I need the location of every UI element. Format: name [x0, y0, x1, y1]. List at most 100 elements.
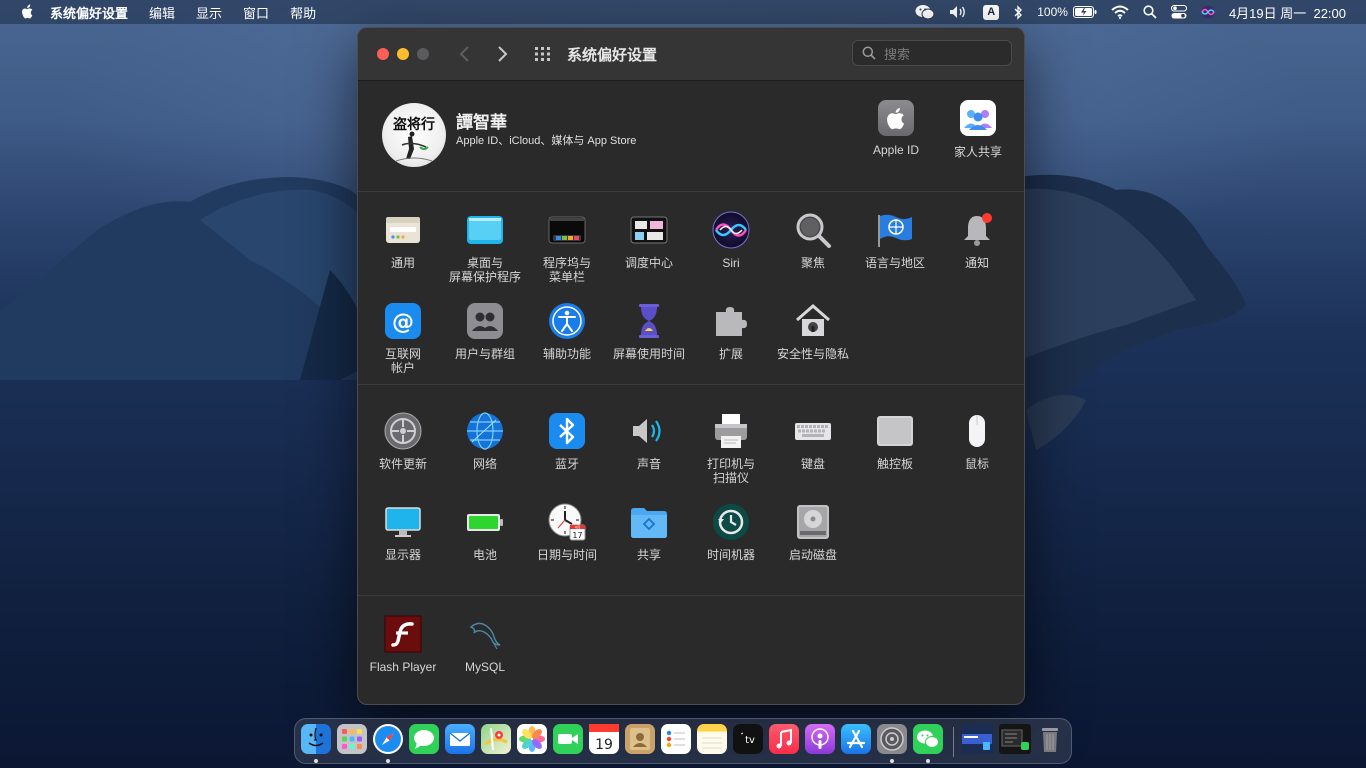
- forward-chevron-icon[interactable]: [495, 45, 509, 63]
- wifi-icon[interactable]: [1111, 5, 1129, 19]
- trash-icon[interactable]: [1035, 724, 1065, 754]
- tv-icon[interactable]: tv: [733, 724, 763, 754]
- sharing-label: 共享: [636, 548, 661, 562]
- bluetooth-icon: [548, 412, 586, 450]
- desktop-screensaver-icon: [466, 211, 504, 249]
- svg-text:@: @: [392, 310, 414, 335]
- mail-icon[interactable]: [445, 724, 475, 754]
- photos-icon[interactable]: [517, 724, 547, 754]
- control-center-icon[interactable]: [1170, 5, 1187, 19]
- pref-mouse[interactable]: 鼠标: [936, 412, 1018, 471]
- calendar-icon[interactable]: 19: [589, 724, 619, 754]
- app-store-icon[interactable]: [841, 724, 871, 754]
- close-button[interactable]: [377, 48, 389, 60]
- pref-notifications[interactable]: 通知: [936, 211, 1018, 270]
- downloads-icon[interactable]: [999, 724, 1031, 754]
- recent-window-icon[interactable]: [961, 724, 993, 754]
- bluetooth-status-icon[interactable]: [1013, 4, 1023, 20]
- avatar-artwork-icon: 盗将行: [393, 116, 435, 162]
- notifications-icon: [958, 211, 996, 249]
- calendar-icon-day: 19: [595, 737, 613, 753]
- search-field[interactable]: [852, 40, 1012, 66]
- menu-app-name[interactable]: 系统偏好设置: [50, 3, 128, 22]
- system-preferences-window: 系统偏好设置 盗将行 譚智華 Apple ID、iCloud、媒体与 App S…: [357, 27, 1025, 705]
- wallpaper-island-right: [1006, 174, 1246, 450]
- launchpad-icon[interactable]: [337, 724, 367, 754]
- pref-users-groups[interactable]: 用户与群组: [444, 302, 526, 361]
- pref-mysql[interactable]: MySQL: [444, 615, 526, 674]
- pref-printers-scanners[interactable]: 打印机与 扫描仪: [690, 412, 772, 485]
- family-sharing-label: 家人共享: [953, 145, 1002, 159]
- reminders-icon[interactable]: [661, 724, 691, 754]
- pref-network[interactable]: 网络: [444, 412, 526, 471]
- siri-label: Siri: [722, 256, 740, 270]
- pref-dock-menubar[interactable]: 程序坞与 菜单栏: [526, 211, 608, 284]
- zoom-button[interactable]: [417, 48, 429, 60]
- user-subtitle: Apple ID、iCloud、媒体与 App Store: [456, 135, 637, 147]
- avatar[interactable]: 盗将行: [382, 103, 446, 167]
- pref-mission-control[interactable]: 调度中心: [608, 211, 690, 270]
- pref-keyboard[interactable]: 键盘: [772, 412, 854, 471]
- pref-language-region[interactable]: 语言与地区: [854, 211, 936, 270]
- contacts-icon[interactable]: [625, 724, 655, 754]
- system-preferences-icon[interactable]: [877, 724, 907, 754]
- wechat-status-icon[interactable]: [915, 4, 935, 20]
- keyboard-icon: [794, 412, 832, 450]
- pref-security-privacy[interactable]: 安全性与隐私: [772, 302, 854, 361]
- pref-desktop-screensaver[interactable]: 桌面与 屏幕保护程序: [444, 211, 526, 284]
- menu-view[interactable]: 显示: [196, 3, 222, 22]
- facetime-icon[interactable]: [553, 724, 583, 754]
- battery-percent: 100%: [1037, 5, 1068, 19]
- podcasts-icon[interactable]: [805, 724, 835, 754]
- menu-window[interactable]: 窗口: [243, 3, 269, 22]
- search-input[interactable]: [882, 44, 1006, 64]
- notes-icon[interactable]: [697, 724, 727, 754]
- pref-siri[interactable]: Siri: [690, 211, 772, 270]
- pref-flash-player[interactable]: Flash Player: [362, 615, 444, 674]
- menu-edit[interactable]: 编辑: [149, 3, 175, 22]
- siri-status-icon[interactable]: [1201, 5, 1215, 19]
- battery-status[interactable]: 100%: [1037, 5, 1097, 19]
- pref-time-machine[interactable]: 时间机器: [690, 503, 772, 562]
- pref-sound[interactable]: 声音: [608, 412, 690, 471]
- apple-menu-icon[interactable]: [20, 4, 36, 20]
- pref-family-sharing[interactable]: 家人共享: [938, 100, 1018, 160]
- pref-bluetooth[interactable]: 蓝牙: [526, 412, 608, 471]
- wechat-icon[interactable]: [913, 724, 943, 754]
- safari-icon[interactable]: [373, 724, 403, 754]
- pref-screen-time[interactable]: 屏幕使用时间: [608, 302, 690, 361]
- pref-internet-accounts[interactable]: @ 互联网 帐户: [362, 302, 444, 375]
- back-chevron-icon[interactable]: [458, 45, 472, 63]
- pref-software-update[interactable]: 软件更新: [362, 412, 444, 471]
- mysql-icon: [466, 615, 504, 653]
- pref-startup-disk[interactable]: 启动磁盘: [772, 503, 854, 562]
- clock[interactable]: 4月19日 周一 22:00: [1229, 3, 1346, 22]
- maps-icon[interactable]: [481, 724, 511, 754]
- menu-help[interactable]: 帮助: [290, 3, 316, 22]
- internet-accounts-label: 互联网 帐户: [384, 347, 421, 375]
- pref-battery[interactable]: 电池: [444, 503, 526, 562]
- minimize-button[interactable]: [397, 48, 409, 60]
- finder-icon[interactable]: [301, 724, 331, 754]
- input-method-icon[interactable]: A: [983, 4, 1000, 20]
- pref-displays[interactable]: 显示器: [362, 503, 444, 562]
- pref-extensions[interactable]: 扩展: [690, 302, 772, 361]
- pref-sharing[interactable]: 共享: [608, 503, 690, 562]
- pref-trackpad[interactable]: 触控板: [854, 412, 936, 471]
- date-time-label: 日期与时间: [536, 548, 597, 562]
- pref-accessibility[interactable]: 辅助功能: [526, 302, 608, 361]
- pref-apple-id[interactable]: Apple ID: [856, 100, 936, 157]
- user-name[interactable]: 譚智華: [456, 108, 507, 133]
- spotlight-status-icon[interactable]: [1143, 5, 1157, 19]
- show-all-grid-icon[interactable]: [534, 46, 552, 62]
- music-icon[interactable]: [769, 724, 799, 754]
- volume-icon[interactable]: [949, 5, 969, 19]
- date-time-icon-month: 4月: [575, 525, 581, 530]
- pref-spotlight[interactable]: 聚焦: [772, 211, 854, 270]
- software-update-label: 软件更新: [378, 457, 427, 471]
- pref-date-time[interactable]: 4月 17 日期与时间: [526, 503, 608, 562]
- messages-icon[interactable]: [409, 724, 439, 754]
- pref-general[interactable]: 通用: [362, 211, 444, 270]
- general-label: 通用: [390, 256, 415, 270]
- status-area: A 100% 4月19日 周一 22:00: [915, 0, 1366, 24]
